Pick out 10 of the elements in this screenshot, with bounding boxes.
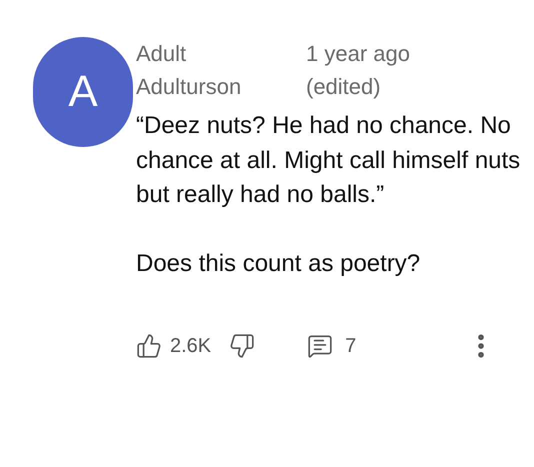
reply-count: 7 xyxy=(345,334,356,359)
timestamp[interactable]: 1 year ago (edited) xyxy=(306,37,456,103)
author-name[interactable]: Adult Adulturson xyxy=(136,37,286,103)
avatar[interactable]: A xyxy=(33,37,133,147)
replies-icon[interactable] xyxy=(307,333,334,359)
dislike-icon[interactable] xyxy=(229,333,256,359)
like-icon[interactable] xyxy=(136,333,162,359)
like-count: 2.6K xyxy=(170,334,212,359)
comment-text: Does this count as poetry? xyxy=(136,248,422,278)
comment-text: “Deez nuts? He had no chance. No chance at all. Might call himself nuts but really had no balls.” xyxy=(136,111,522,210)
